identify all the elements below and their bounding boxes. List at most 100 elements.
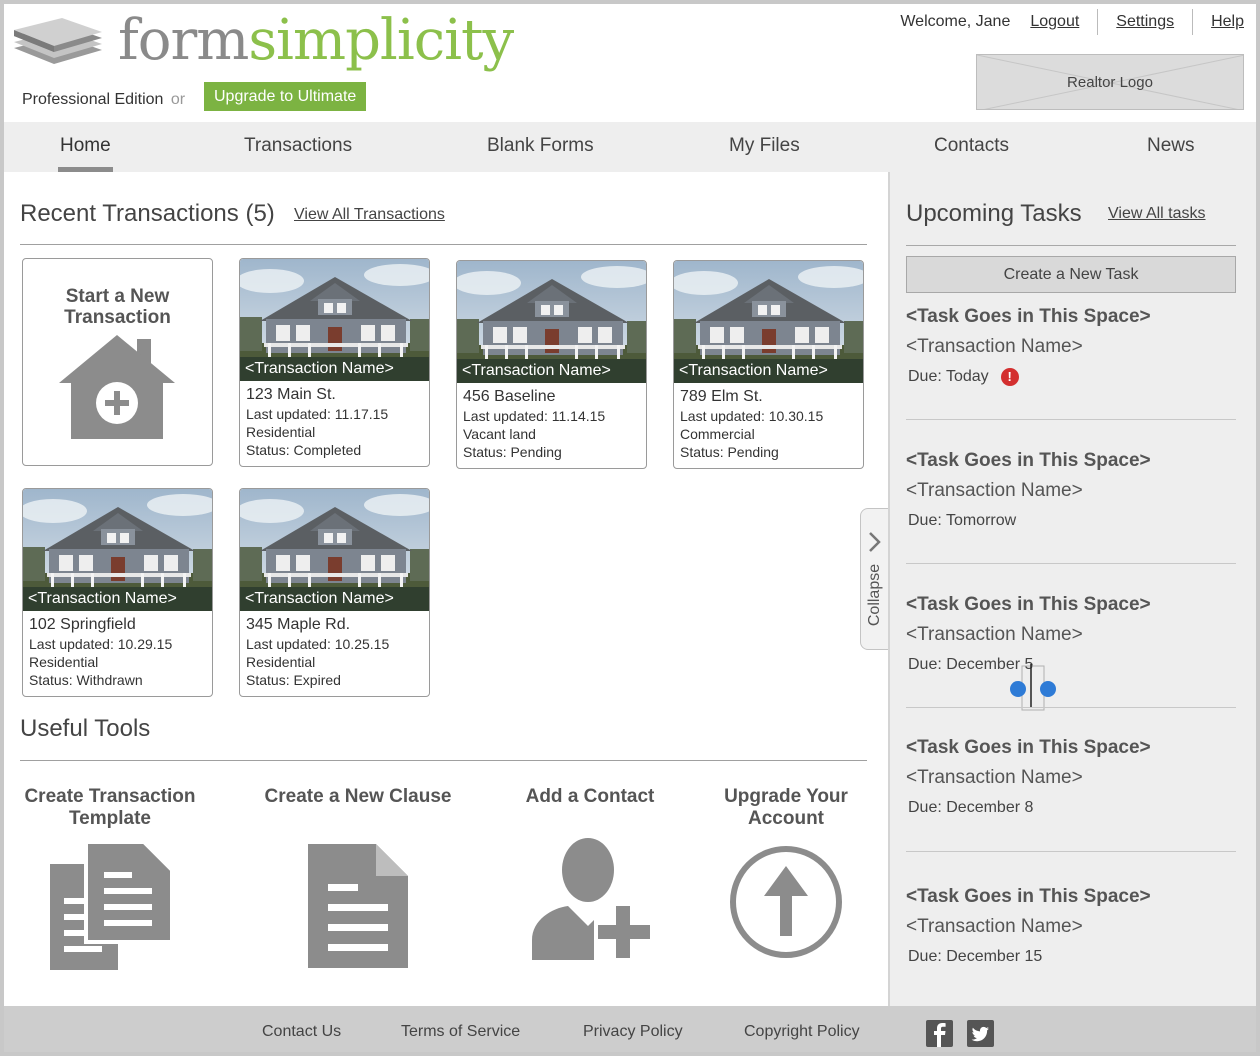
help-link[interactable]: Help <box>1211 13 1244 31</box>
task-item[interactable]: <Task Goes in This Space> <Transaction N… <box>906 735 1236 819</box>
divider <box>1192 9 1194 35</box>
house-photo: <Transaction Name> <box>23 489 212 611</box>
task-title: <Task Goes in This Space> <box>906 737 1151 758</box>
task-item[interactable]: <Task Goes in This Space> <Transaction N… <box>906 592 1236 676</box>
divider <box>1097 9 1099 35</box>
facebook-icon[interactable] <box>926 1020 953 1047</box>
transaction-status: Status: Expired <box>246 672 341 688</box>
transaction-address: 345 Maple Rd. <box>246 616 351 633</box>
task-due: Due: December 8 <box>908 799 1034 816</box>
transaction-type: Vacant land <box>463 426 536 442</box>
create-new-task-button[interactable]: Create a New Task <box>906 256 1236 293</box>
house-photo: <Transaction Name> <box>674 261 863 383</box>
transaction-card[interactable]: <Transaction Name> 123 Main St. Last upd… <box>239 258 430 467</box>
divider <box>906 851 1236 852</box>
documents-icon <box>50 840 174 970</box>
chevron-right-icon <box>869 532 881 552</box>
recent-transactions-title: Recent Transactions (5) <box>20 200 275 227</box>
task-item[interactable]: <Task Goes in This Space> <Transaction N… <box>906 448 1236 532</box>
user-bar: Welcome, Jane Logout Settings Help <box>900 9 1244 35</box>
edition-or: or <box>170 91 186 108</box>
task-due: Due: Today <box>908 368 989 385</box>
useful-tools-title: Useful Tools <box>20 715 151 742</box>
overdue-alert-icon: ! <box>1000 368 1019 386</box>
nav-transactions[interactable]: Transactions <box>244 122 352 172</box>
nav-contacts[interactable]: Contacts <box>934 122 1009 172</box>
document-icon <box>308 844 408 968</box>
tool-label: Add a Contact <box>525 786 655 807</box>
transaction-address: 789 Elm St. <box>680 388 763 405</box>
task-transaction: <Transaction Name> <box>906 336 1083 357</box>
view-all-transactions-link[interactable]: View All Transactions <box>294 206 445 224</box>
divider <box>906 419 1236 420</box>
paper-stack-icon <box>14 18 102 64</box>
transaction-status: Status: Withdrawn <box>29 672 143 688</box>
task-title: <Task Goes in This Space> <box>906 306 1151 327</box>
transaction-updated: Last updated: 11.17.15 <box>246 406 389 422</box>
tool-label: Create Transaction Template <box>24 786 196 829</box>
copyright-policy-link[interactable]: Copyright Policy <box>744 1006 860 1052</box>
realtor-logo-placeholder: Realtor Logo <box>976 54 1244 110</box>
upgrade-account-button[interactable]: Upgrade Your Account <box>686 786 886 965</box>
tool-label: Upgrade Your Account <box>724 786 848 829</box>
task-item[interactable]: <Task Goes in This Space> <Transaction N… <box>906 884 1236 968</box>
transaction-status: Status: Pending <box>680 444 779 460</box>
create-transaction-template-button[interactable]: Create Transaction Template <box>10 786 210 975</box>
start-new-transaction-button[interactable]: Start a New Transaction <box>22 258 213 466</box>
brand-name-part1: form <box>118 8 249 73</box>
collapse-sidebar-toggle[interactable]: Collapse <box>860 508 890 650</box>
transaction-card[interactable]: <Transaction Name> 102 Springfield Last … <box>22 488 213 697</box>
app-frame: formsimplicity Professional Edition or U… <box>0 0 1260 1056</box>
add-contact-button[interactable]: Add a Contact <box>490 786 690 965</box>
main-nav: Home Transactions Blank Forms My Files C… <box>4 122 1256 172</box>
task-title: <Task Goes in This Space> <box>906 886 1151 907</box>
divider <box>906 563 1236 564</box>
transaction-updated: Last updated: 10.29.15 <box>29 636 173 652</box>
upcoming-tasks-panel: Upcoming Tasks View All tasks Create a N… <box>888 172 1256 1006</box>
create-new-clause-button[interactable]: Create a New Clause <box>258 786 458 973</box>
transaction-card[interactable]: <Transaction Name> 789 Elm St. Last upda… <box>673 260 864 469</box>
start-new-transaction-label: Start a New Transaction <box>64 286 171 328</box>
task-transaction: <Transaction Name> <box>906 480 1083 501</box>
task-title: <Task Goes in This Space> <box>906 594 1151 615</box>
house-plus-icon <box>59 335 175 439</box>
transaction-address: 456 Baseline <box>463 388 556 405</box>
task-transaction: <Transaction Name> <box>906 624 1083 645</box>
transaction-name: <Transaction Name> <box>23 587 212 611</box>
task-due: Due: December 5 <box>908 656 1034 673</box>
upgrade-to-ultimate-button[interactable]: Upgrade to Ultimate <box>204 82 367 111</box>
tool-label: Create a New Clause <box>264 786 452 807</box>
nav-news[interactable]: News <box>1147 122 1195 172</box>
terms-of-service-link[interactable]: Terms of Service <box>401 1006 520 1052</box>
brand-name-part2: simplicity <box>248 8 514 73</box>
logout-link[interactable]: Logout <box>1030 13 1079 31</box>
contact-us-link[interactable]: Contact Us <box>262 1006 341 1052</box>
privacy-policy-link[interactable]: Privacy Policy <box>583 1006 683 1052</box>
add-user-icon <box>532 838 652 960</box>
transaction-name: <Transaction Name> <box>240 357 429 381</box>
house-photo: <Transaction Name> <box>457 261 646 383</box>
transaction-address: 102 Springfield <box>29 616 136 633</box>
task-transaction: <Transaction Name> <box>906 916 1083 937</box>
transaction-status: Status: Pending <box>463 444 562 460</box>
task-item[interactable]: <Task Goes in This Space> <Transaction N… <box>906 304 1236 388</box>
transaction-card[interactable]: <Transaction Name> 456 Baseline Last upd… <box>456 260 647 469</box>
divider <box>906 707 1236 708</box>
nav-home[interactable]: Home <box>58 122 113 172</box>
formsimplicity-logo[interactable]: formsimplicity <box>10 8 514 80</box>
twitter-icon[interactable] <box>967 1020 994 1047</box>
transaction-card[interactable]: <Transaction Name> 345 Maple Rd. Last up… <box>239 488 430 697</box>
footer: Contact Us Terms of Service Privacy Poli… <box>4 1006 1256 1052</box>
welcome-text: Welcome, Jane <box>900 13 1011 30</box>
task-due: Due: December 15 <box>908 948 1043 965</box>
task-title: <Task Goes in This Space> <box>906 450 1151 471</box>
transaction-type: Residential <box>246 424 316 440</box>
nav-blank-forms[interactable]: Blank Forms <box>487 122 594 172</box>
transaction-status: Status: Completed <box>246 442 362 458</box>
view-all-tasks-link[interactable]: View All tasks <box>1108 205 1206 223</box>
transaction-name: <Transaction Name> <box>674 359 863 383</box>
nav-my-files[interactable]: My Files <box>729 122 800 172</box>
transaction-name: <Transaction Name> <box>457 359 646 383</box>
settings-link[interactable]: Settings <box>1116 13 1174 31</box>
collapse-label: Collapse <box>866 563 883 627</box>
